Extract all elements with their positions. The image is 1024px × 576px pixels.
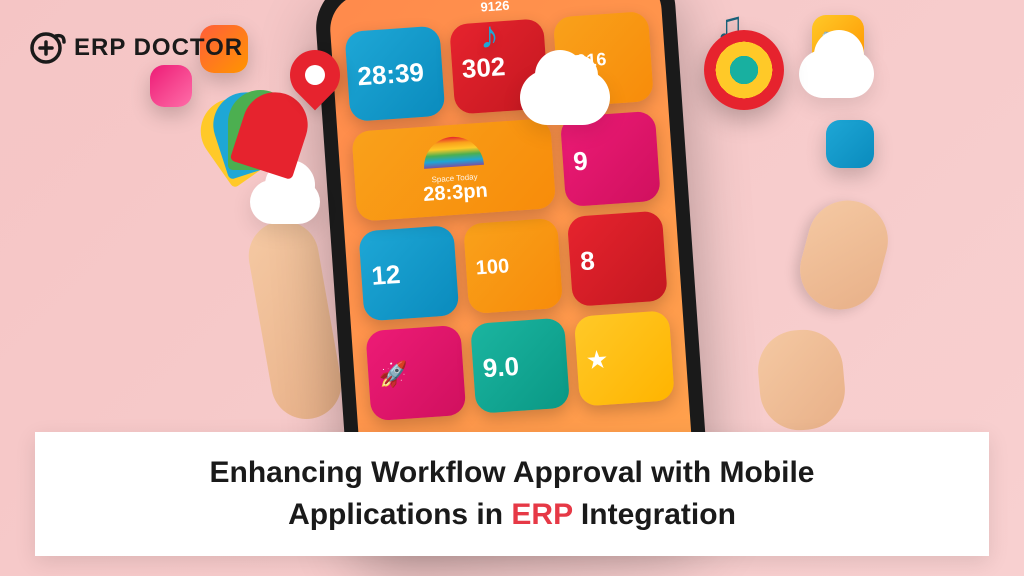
target-icon bbox=[704, 30, 784, 110]
widget-small: 8 bbox=[567, 210, 668, 306]
logo-text: ERP DOCTOR bbox=[74, 34, 243, 62]
widget-num: 9 bbox=[560, 111, 661, 207]
widget-time: 28:39 bbox=[344, 26, 445, 122]
location-pin-icon bbox=[290, 50, 340, 120]
caption-line-1: Enhancing Workflow Approval with Mobile bbox=[209, 456, 814, 489]
caption-line-2-post: Integration bbox=[573, 498, 736, 531]
caption-highlight: ERP bbox=[511, 498, 572, 531]
caption-banner: Enhancing Workflow Approval with Mobile … bbox=[35, 432, 989, 556]
widget-weather: Space Today 28:3pn bbox=[351, 118, 556, 222]
rainbow-icon bbox=[422, 135, 484, 169]
widget-misc: ★ bbox=[574, 310, 675, 406]
app-tile-icon bbox=[150, 65, 192, 107]
widget-stat: 100 bbox=[463, 218, 564, 314]
hand-thumb-lower bbox=[755, 326, 848, 433]
music-note-icon: ♪ bbox=[480, 15, 499, 58]
widget-day: 12 bbox=[358, 225, 459, 321]
brand-logo: ERP DOCTOR bbox=[30, 30, 243, 66]
logo-mark-icon bbox=[30, 30, 66, 66]
cloud-icon bbox=[799, 50, 874, 98]
color-fan-icon bbox=[220, 90, 300, 170]
widget-rating: 9.0 bbox=[470, 318, 571, 414]
cloud-icon bbox=[520, 70, 610, 125]
cloud-icon bbox=[250, 180, 320, 224]
caption-line-2-pre: Applications in bbox=[288, 498, 511, 531]
hand-thumb bbox=[791, 192, 897, 319]
app-tile-icon bbox=[826, 120, 874, 168]
widget-rocket: 🚀 bbox=[365, 325, 466, 421]
